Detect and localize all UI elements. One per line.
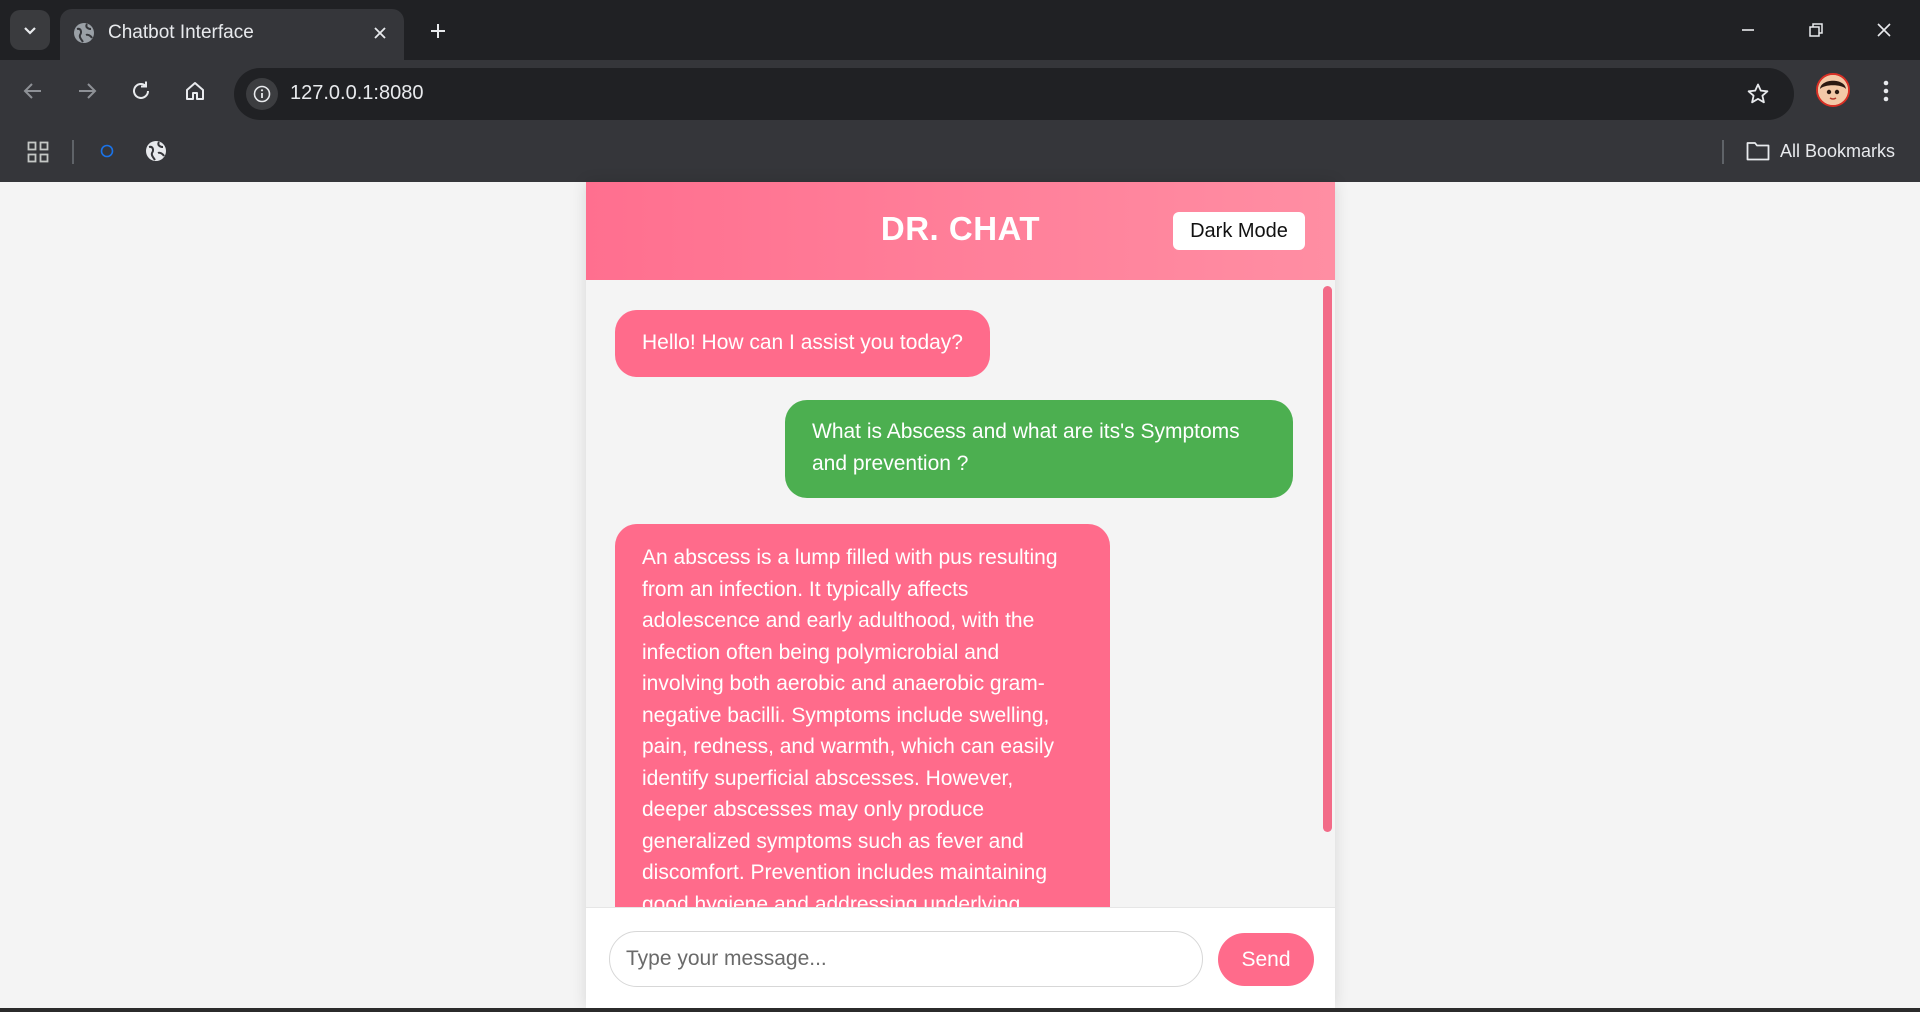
reload-icon — [133, 81, 149, 99]
all-bookmarks-button[interactable]: All Bookmarks — [1746, 136, 1895, 166]
bookmarks-bar: All Bookmarks — [0, 120, 1920, 182]
plus-icon — [431, 24, 445, 38]
tab-strip: Chatbot Interface — [0, 0, 1920, 60]
taskbar-edge — [0, 1008, 1920, 1012]
minimize-icon — [1742, 29, 1754, 31]
browser-tab[interactable]: Chatbot Interface — [60, 9, 404, 60]
apps-grid-icon — [27, 141, 49, 163]
message-input[interactable] — [609, 931, 1203, 987]
bot-message: Hello! How can I assist you today? — [615, 310, 990, 377]
tab-title: Chatbot Interface — [108, 22, 254, 43]
arrow-right-icon — [79, 83, 97, 99]
restore-icon — [1809, 23, 1823, 37]
close-icon[interactable] — [368, 21, 392, 45]
bookmarks-separator — [72, 140, 74, 164]
minimize-button[interactable] — [1726, 12, 1770, 48]
profile-avatar[interactable] — [1816, 73, 1850, 107]
globe-icon — [74, 23, 94, 43]
globe-icon — [146, 141, 166, 161]
arrow-left-icon — [23, 83, 41, 99]
home-button[interactable] — [178, 74, 212, 108]
browser-toolbar: 127.0.0.1:8080 — [0, 60, 1920, 120]
restore-button[interactable] — [1794, 12, 1838, 48]
back-button[interactable] — [16, 74, 50, 108]
tab-search-button[interactable] — [10, 10, 50, 50]
chevron-down-icon — [24, 27, 36, 35]
folder-icon — [1746, 142, 1770, 161]
more-vertical-icon — [1883, 80, 1889, 102]
user-message: What is Abscess and what are its's Sympt… — [785, 400, 1293, 498]
avatar-icon — [1818, 75, 1848, 105]
bot-message: An abscess is a lump filled with pus res… — [615, 524, 1110, 907]
chat-header: DR. CHAT Dark Mode — [586, 182, 1335, 280]
info-icon[interactable] — [246, 78, 278, 110]
send-button[interactable]: Send — [1218, 933, 1314, 986]
input-bar: Send — [586, 907, 1335, 1008]
close-window-button[interactable] — [1862, 12, 1906, 48]
close-icon — [1877, 23, 1891, 37]
page-viewport: DR. CHAT Dark Mode Hello! How can I assi… — [0, 182, 1920, 1008]
bookmark-item[interactable] — [92, 136, 122, 166]
all-bookmarks-label: All Bookmarks — [1780, 140, 1896, 161]
star-icon[interactable] — [1744, 80, 1772, 108]
messages-scrollbar[interactable] — [1323, 286, 1332, 832]
bookmarks-separator — [1722, 140, 1724, 164]
chat-container: DR. CHAT Dark Mode Hello! How can I assi… — [586, 182, 1335, 1008]
dark-mode-button[interactable]: Dark Mode — [1173, 212, 1305, 250]
home-icon — [186, 82, 204, 100]
bookmark-item[interactable] — [141, 136, 171, 166]
url-text[interactable]: 127.0.0.1:8080 — [290, 82, 423, 105]
reload-button[interactable] — [124, 74, 158, 108]
menu-button[interactable] — [1872, 76, 1900, 106]
apps-button[interactable] — [22, 136, 54, 168]
message-list: Hello! How can I assist you today? What … — [586, 280, 1335, 907]
address-bar[interactable]: 127.0.0.1:8080 — [234, 68, 1794, 120]
new-tab-button[interactable] — [422, 15, 454, 47]
forward-button[interactable] — [70, 74, 104, 108]
bookmark-circle-icon — [100, 144, 114, 158]
